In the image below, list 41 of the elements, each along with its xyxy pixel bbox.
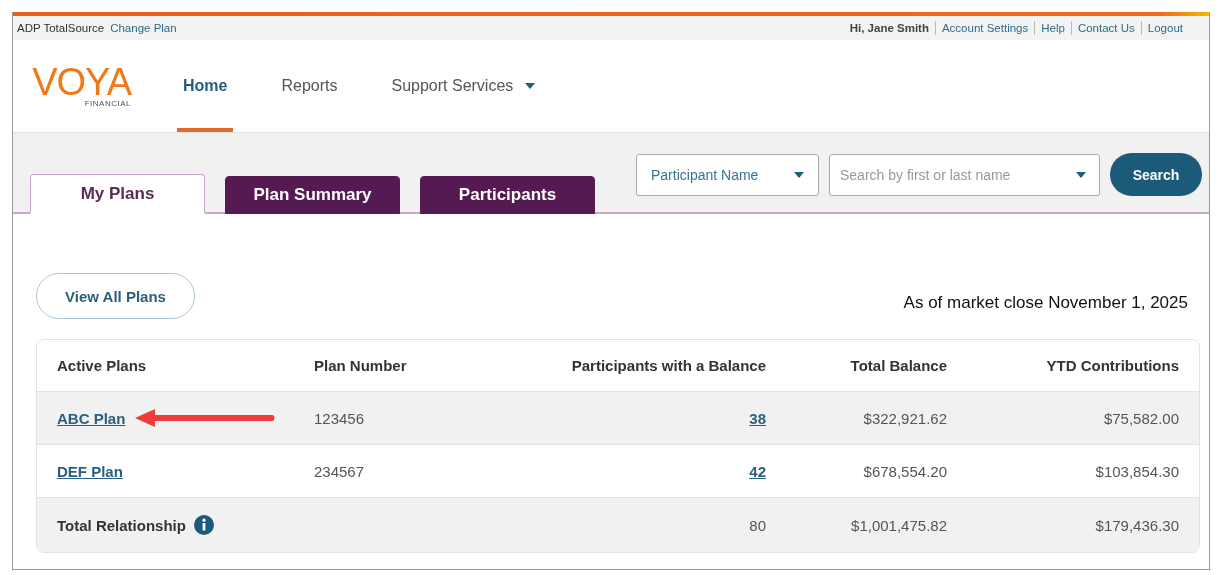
info-icon[interactable] — [193, 515, 214, 535]
column-header: YTD Contributions — [1045, 357, 1179, 374]
tab[interactable]: Participants — [420, 176, 595, 214]
participants-count-link[interactable]: 42 — [749, 462, 766, 480]
table-cell-text: 234567 — [314, 462, 366, 480]
tab[interactable]: Plan Summary — [225, 176, 400, 214]
column-header: Active Plans — [57, 357, 148, 374]
table-cell-text: $322,921.62 — [862, 409, 947, 427]
top-link[interactable]: Help — [1041, 22, 1065, 34]
table-cell-text: $75,582.00 — [1102, 409, 1179, 427]
table-cell-text: 80 — [748, 516, 766, 534]
caret-icon — [794, 171, 804, 178]
company-name: ADP TotalSource — [17, 22, 105, 34]
column-header: Participants with a Balance — [570, 357, 766, 374]
greeting-text: Hi, Jane Smith — [849, 22, 929, 34]
table-cell-text: $1,001,475.82 — [850, 516, 947, 534]
search-field[interactable]: Search by first or last name — [829, 153, 1100, 196]
table-cell-text: $678,554.20 — [862, 462, 947, 480]
plan-link[interactable]: ABC Plan — [57, 409, 126, 427]
table-cell: Total Relationship — [57, 516, 186, 534]
participants-count-link[interactable]: 38 — [749, 409, 766, 427]
as-of-date: As of market close November 1, 2025 — [903, 293, 1188, 313]
change-plan-link[interactable]: Change Plan — [110, 22, 177, 34]
nav-item[interactable]: Support Services — [385, 40, 542, 132]
top-link[interactable]: Contact Us — [1077, 22, 1135, 34]
caret-icon — [525, 83, 536, 89]
column-header: Total Balance — [849, 357, 947, 374]
column-header: Plan Number — [314, 357, 408, 374]
plan-link[interactable]: DEF Plan — [57, 462, 123, 480]
top-link[interactable]: Logout — [1147, 22, 1183, 34]
nav-item[interactable]: Reports — [275, 40, 344, 132]
filter-dropdown[interactable]: Participant Name — [636, 153, 819, 196]
logo: VOYA FINANCIAL — [31, 59, 131, 110]
table-cell-text: $179,436.30 — [1094, 516, 1179, 534]
table-cell-text: $103,854.30 — [1094, 462, 1179, 480]
table-cell-text: 123456 — [314, 409, 366, 427]
caret-icon — [1076, 171, 1086, 178]
top-link[interactable]: Account Settings — [941, 22, 1029, 34]
view-all-plans-button[interactable]: View All Plans — [36, 273, 195, 319]
tab[interactable]: My Plans — [30, 174, 205, 214]
search-button[interactable]: Search — [1110, 153, 1202, 196]
